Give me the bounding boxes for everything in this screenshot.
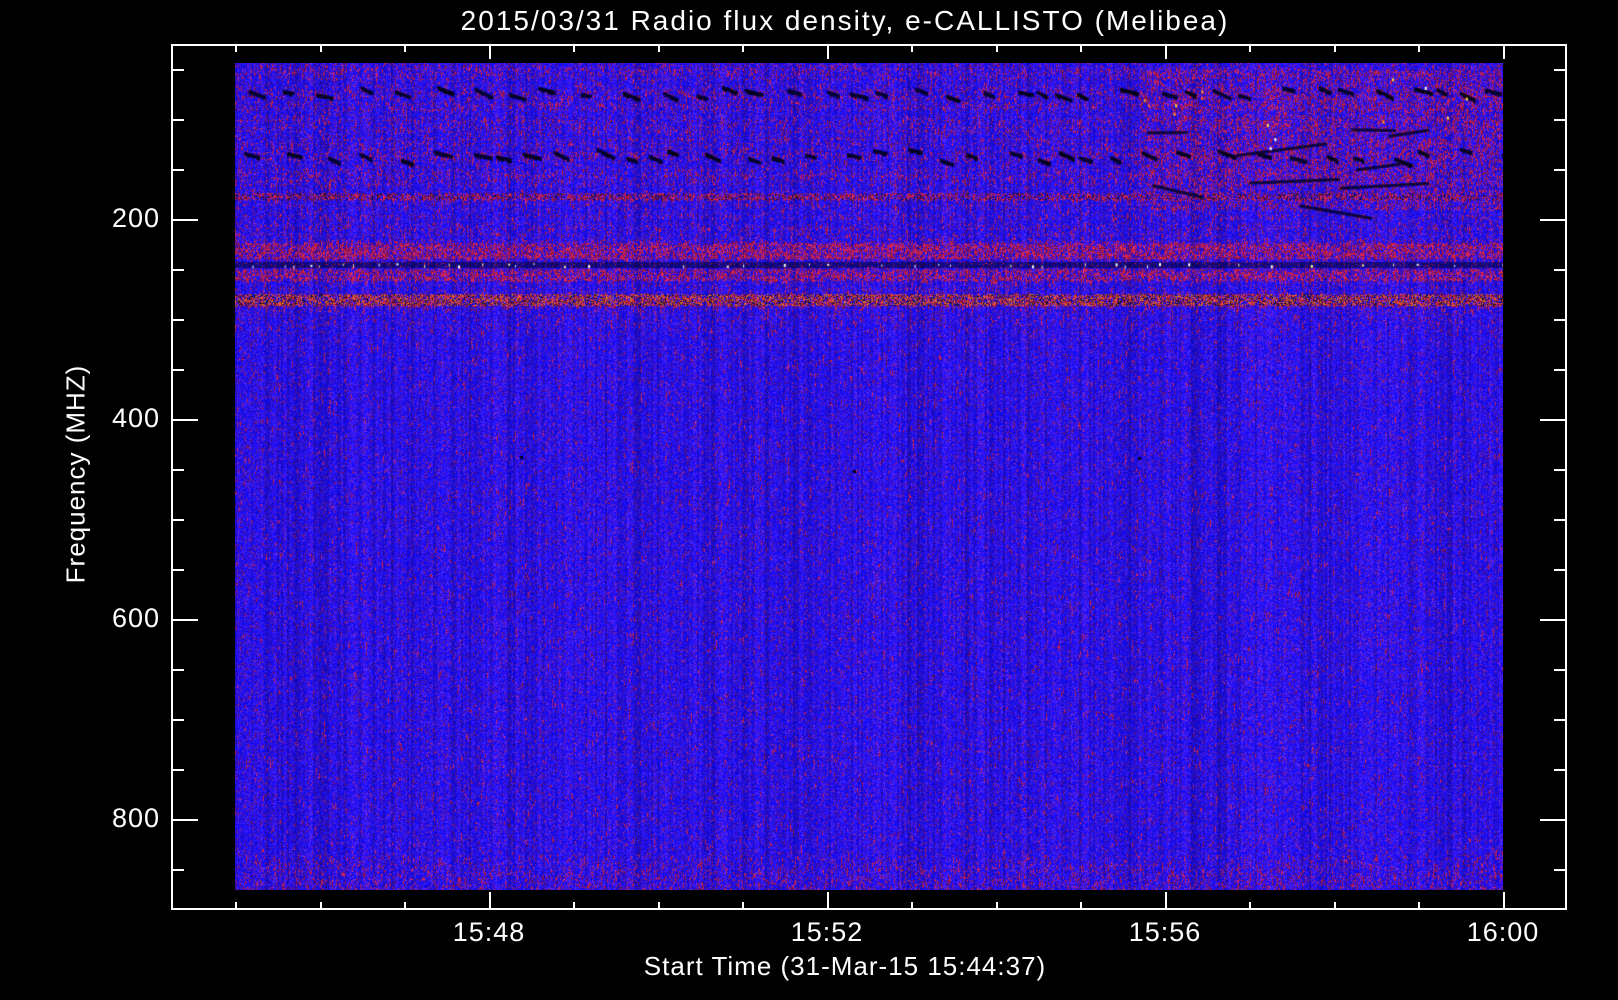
tick-mark (573, 902, 575, 910)
spectrogram-page: 2015/03/31 Radio flux density, e-CALLIST… (0, 0, 1618, 1000)
tick-mark (171, 569, 184, 571)
tick-mark (1540, 819, 1567, 821)
y-tick-label: 600 (111, 603, 160, 633)
tick-mark (1554, 519, 1567, 521)
x-axis-title: Start Time (31-Mar-15 15:44:37) (643, 951, 1047, 981)
tick-mark (1554, 269, 1567, 271)
tick-mark (171, 469, 184, 471)
tick-mark (996, 902, 998, 910)
tick-mark (1554, 669, 1567, 671)
tick-mark (1554, 319, 1567, 321)
tick-mark (1334, 902, 1336, 910)
tick-mark (827, 892, 829, 910)
tick-mark (171, 719, 184, 721)
tick-mark (171, 219, 198, 221)
tick-mark (911, 44, 913, 52)
tick-mark (171, 819, 198, 821)
tick-mark (1540, 419, 1567, 421)
tick-mark (1554, 869, 1567, 871)
tick-mark (404, 902, 406, 910)
tick-mark (171, 69, 184, 71)
y-axis-title: Frequency (MHZ) (60, 364, 91, 584)
tick-mark (658, 902, 660, 910)
tick-mark (1554, 569, 1567, 571)
x-tick-label: 15:52 (790, 917, 864, 947)
tick-mark (1540, 619, 1567, 621)
tick-mark (171, 519, 184, 521)
tick-mark (827, 44, 829, 59)
tick-mark (171, 119, 184, 121)
x-tick-label: 15:48 (452, 917, 526, 947)
tick-mark (996, 44, 998, 52)
tick-mark (320, 902, 322, 910)
tick-mark (1080, 44, 1082, 52)
tick-mark (1165, 44, 1167, 59)
tick-mark (742, 44, 744, 52)
tick-mark (1540, 219, 1567, 221)
tick-mark (404, 44, 406, 52)
tick-mark (658, 44, 660, 52)
tick-mark (1334, 44, 1336, 52)
tick-mark (742, 902, 744, 910)
tick-mark (489, 892, 491, 910)
tick-mark (171, 869, 184, 871)
tick-mark (171, 669, 184, 671)
tick-mark (171, 619, 198, 621)
tick-mark (1080, 902, 1082, 910)
tick-mark (1503, 892, 1505, 910)
tick-mark (1503, 44, 1505, 59)
tick-mark (489, 44, 491, 59)
tick-mark (1418, 902, 1420, 910)
y-tick-label: 800 (111, 803, 160, 833)
tick-mark (235, 902, 237, 910)
tick-mark (573, 44, 575, 52)
tick-mark (1249, 902, 1251, 910)
y-tick-label: 200 (111, 203, 160, 233)
chart-title: 2015/03/31 Radio flux density, e-CALLIST… (460, 5, 1230, 36)
tick-mark (1554, 769, 1567, 771)
tick-mark (171, 769, 184, 771)
y-tick-label: 400 (111, 403, 160, 433)
tick-mark (171, 319, 184, 321)
tick-mark (320, 44, 322, 52)
x-tick-label: 15:56 (1128, 917, 1202, 947)
tick-mark (235, 44, 237, 52)
tick-mark (1554, 719, 1567, 721)
tick-mark (1554, 69, 1567, 71)
tick-mark (1554, 369, 1567, 371)
tick-mark (171, 369, 184, 371)
tick-mark (1554, 469, 1567, 471)
tick-mark (1165, 892, 1167, 910)
tick-mark (1554, 119, 1567, 121)
tick-mark (1418, 44, 1420, 52)
tick-mark (171, 419, 198, 421)
tick-mark (171, 169, 184, 171)
plot-frame (171, 44, 1567, 910)
tick-mark (911, 902, 913, 910)
tick-mark (1554, 169, 1567, 171)
tick-mark (1249, 44, 1251, 52)
x-tick-label: 16:00 (1466, 917, 1540, 947)
tick-mark (171, 269, 184, 271)
